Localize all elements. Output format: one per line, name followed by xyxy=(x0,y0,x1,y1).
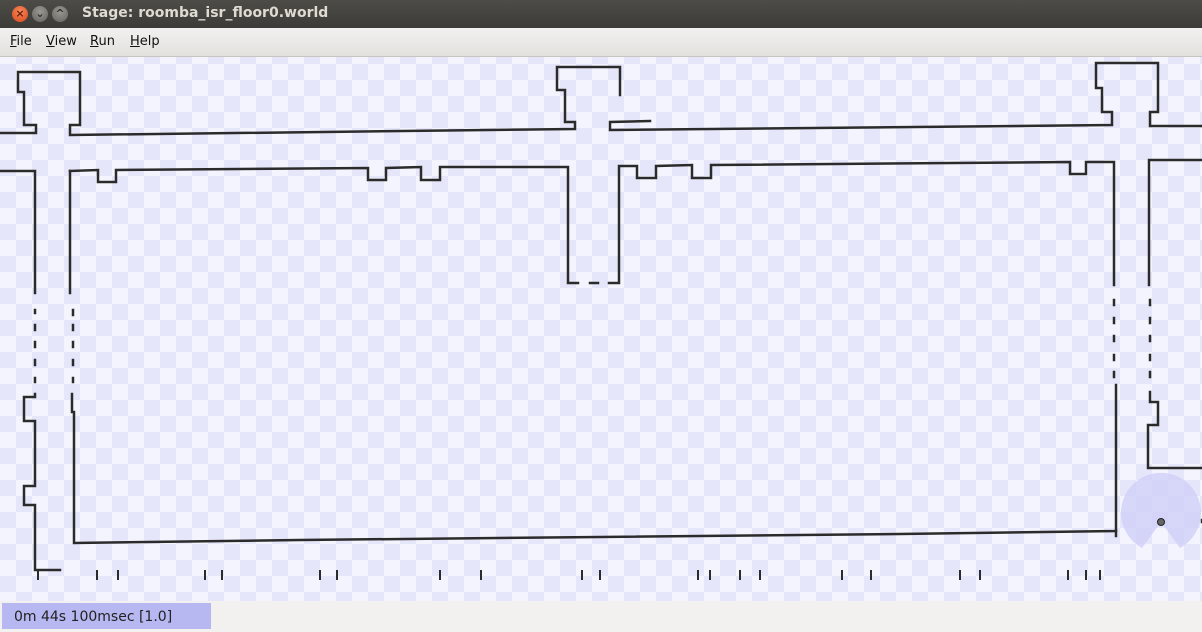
menu-help[interactable]: Help xyxy=(130,34,160,49)
menu-bar: File View Run Help xyxy=(0,28,1202,57)
simulation-canvas[interactable]: 6810121416182022242628303234363840424446… xyxy=(0,57,1202,601)
close-icon: × xyxy=(15,7,25,20)
world-map xyxy=(0,57,1202,601)
menu-run[interactable]: Run xyxy=(90,34,115,49)
simulation-time: 0m 44s 100msec [1.0] xyxy=(14,609,173,625)
minimize-button[interactable]: ⌄ xyxy=(32,6,48,22)
minimize-icon: ⌄ xyxy=(35,7,45,20)
simulation-clock: 0m 44s 100msec [1.0] xyxy=(2,603,211,629)
robot[interactable] xyxy=(1157,518,1165,526)
maximize-icon: ^ xyxy=(55,7,65,20)
stage-window: × ⌄ ^ Stage: roomba_isr_floor0.world Fil… xyxy=(0,0,1202,632)
menu-file[interactable]: File xyxy=(10,34,32,49)
floor-grid xyxy=(0,57,1202,601)
maximize-button[interactable]: ^ xyxy=(52,6,68,22)
window-title: Stage: roomba_isr_floor0.world xyxy=(82,5,329,21)
close-button[interactable]: × xyxy=(12,6,28,22)
title-bar[interactable]: × ⌄ ^ Stage: roomba_isr_floor0.world xyxy=(0,0,1202,28)
menu-view[interactable]: View xyxy=(46,34,77,49)
status-bar: 0m 44s 100msec [1.0] xyxy=(0,601,1202,632)
